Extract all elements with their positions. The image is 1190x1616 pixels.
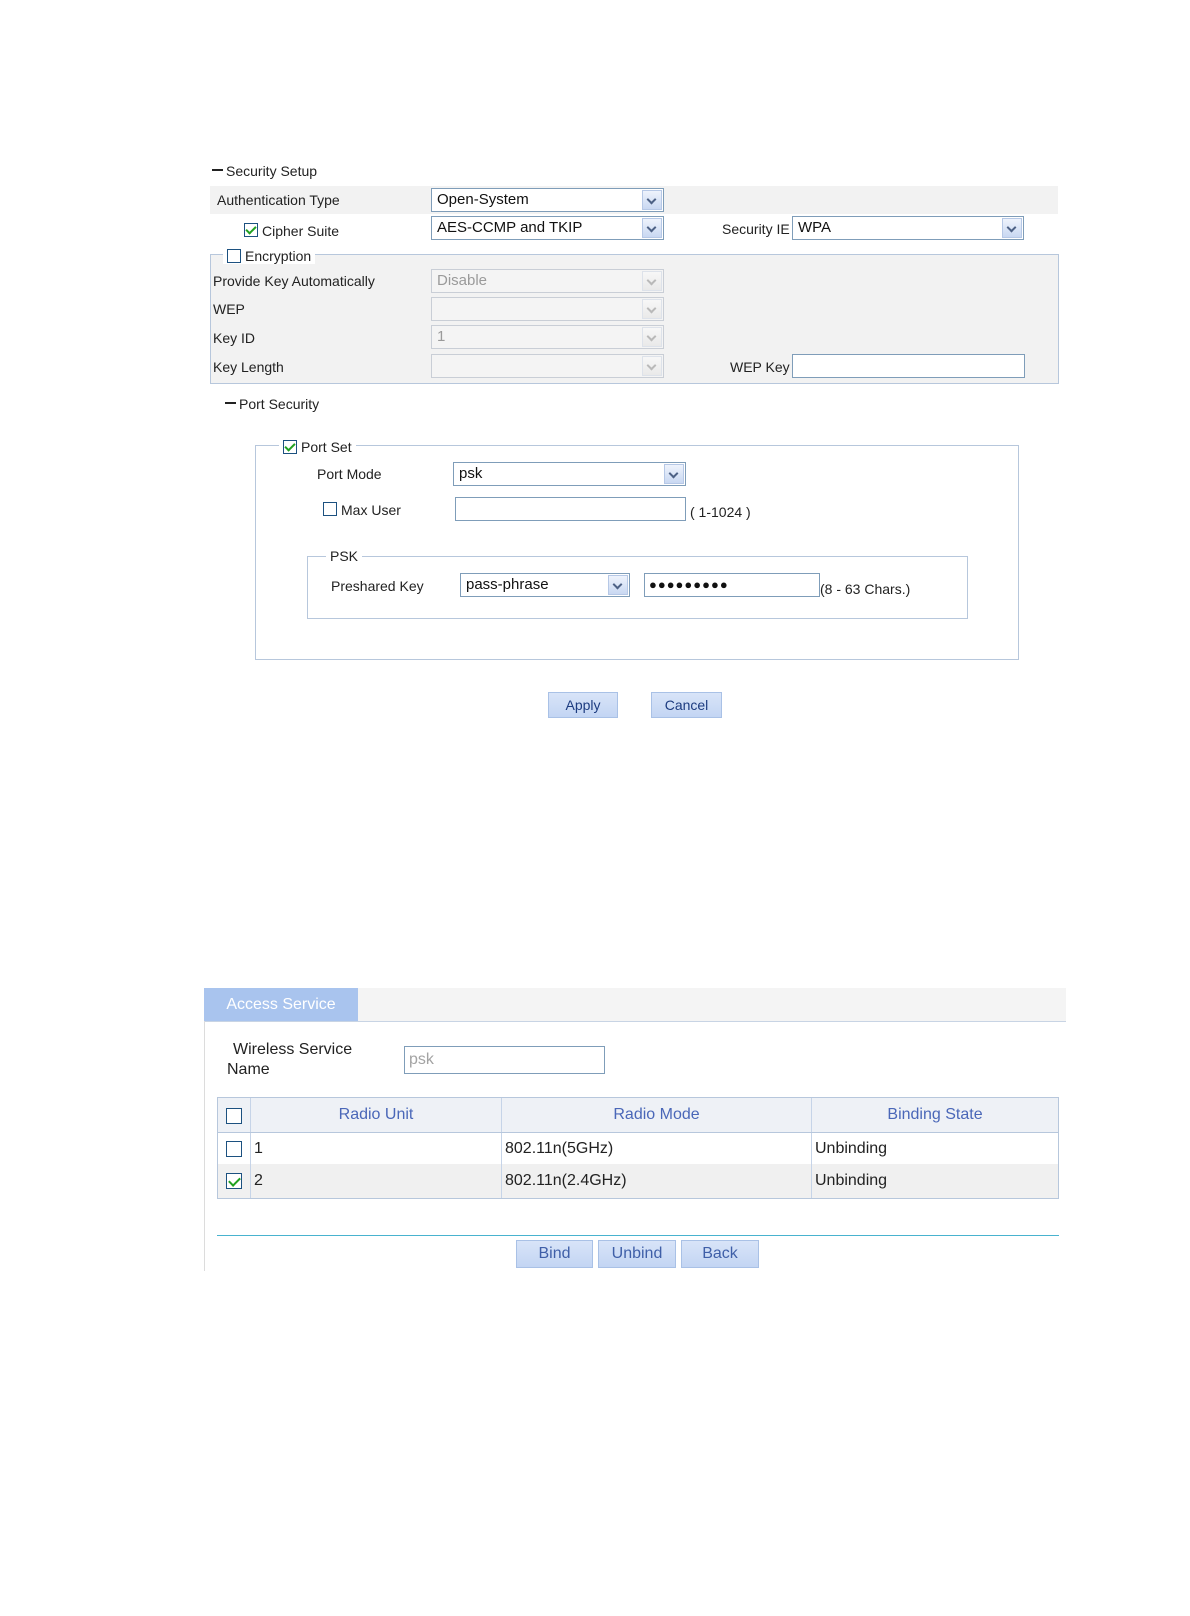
- table-header: Radio Unit Radio Mode Binding State: [218, 1098, 1058, 1133]
- row-1-checkbox[interactable]: [226, 1141, 242, 1157]
- encryption-label: Encryption: [245, 248, 312, 264]
- tab-access-service-label: Access Service: [226, 996, 336, 1013]
- max-user-hint: ( 1-1024 ): [690, 504, 751, 520]
- key-id-value: 1: [437, 328, 446, 345]
- provide-key-select[interactable]: Disable: [431, 269, 664, 293]
- security-setup-title: Security Setup: [226, 163, 318, 179]
- back-button[interactable]: Back: [681, 1240, 759, 1268]
- chevron-down-icon[interactable]: [642, 190, 662, 210]
- preshared-key-hint: (8 - 63 Chars.): [820, 581, 911, 597]
- port-set-checkbox[interactable]: [283, 440, 297, 454]
- max-user-checkbox[interactable]: [323, 502, 337, 516]
- provide-key-value: Disable: [437, 272, 488, 289]
- binding-state-cell: Unbinding: [815, 1140, 888, 1157]
- left-rule: [204, 1021, 205, 1271]
- select-all-checkbox[interactable]: [226, 1108, 242, 1124]
- wireless-service-label-line2: Name: [227, 1061, 270, 1078]
- chevron-down-icon: [642, 271, 662, 291]
- port-security-title: Port Security: [239, 396, 320, 412]
- key-length-select[interactable]: [431, 354, 664, 378]
- authentication-type-select[interactable]: Open-System: [431, 188, 664, 212]
- header-binding-state: Binding State: [887, 1106, 983, 1123]
- header-radio-mode: Radio Mode: [502, 1098, 812, 1132]
- preshared-key-label: Preshared Key: [331, 578, 424, 594]
- port-set-label: Port Set: [301, 439, 352, 455]
- radio-table: Radio Unit Radio Mode Binding State 1 80…: [217, 1097, 1059, 1199]
- cipher-suite-label: Cipher Suite: [262, 223, 340, 239]
- wep-key-input[interactable]: [792, 354, 1025, 378]
- table-row[interactable]: 2 802.11n(2.4GHz) Unbinding: [218, 1164, 1058, 1198]
- row-2-checkbox[interactable]: [226, 1173, 242, 1189]
- table-row[interactable]: 1 802.11n(5GHz) Unbinding: [218, 1133, 1058, 1164]
- cipher-suite-select[interactable]: AES-CCMP and TKIP: [431, 216, 664, 240]
- preshared-key-type-value: pass-phrase: [466, 576, 549, 593]
- encryption-legend: Encryption: [223, 248, 316, 264]
- chevron-down-icon: [642, 356, 662, 376]
- radio-unit-cell: 1: [251, 1133, 502, 1164]
- encryption-checkbox[interactable]: [227, 249, 241, 263]
- chevron-down-icon[interactable]: [664, 464, 684, 484]
- key-id-label: Key ID: [213, 330, 256, 346]
- unbind-button[interactable]: Unbind: [598, 1240, 676, 1268]
- port-set-legend: Port Set: [279, 439, 356, 455]
- radio-mode-cell: 802.11n(5GHz): [502, 1133, 812, 1164]
- collapse-security-setup-icon[interactable]: [212, 169, 223, 171]
- row-select-cell: [218, 1133, 251, 1164]
- cipher-suite-checkbox[interactable]: [244, 223, 258, 237]
- chevron-down-icon[interactable]: [1002, 218, 1022, 238]
- max-user-input[interactable]: [455, 497, 686, 521]
- port-mode-select[interactable]: psk: [453, 462, 686, 486]
- provide-key-label: Provide Key Automatically: [213, 273, 375, 289]
- chevron-down-icon[interactable]: [608, 575, 628, 595]
- max-user-label: Max User: [341, 502, 401, 518]
- wireless-service-name-input: psk: [404, 1046, 605, 1074]
- header-select-cell: [218, 1098, 251, 1132]
- preshared-key-type-select[interactable]: pass-phrase: [460, 573, 630, 597]
- binding-state-cell: Unbinding: [815, 1172, 888, 1189]
- tab-access-service[interactable]: Access Service: [204, 988, 358, 1021]
- apply-button[interactable]: Apply: [548, 692, 618, 718]
- divider: [217, 1235, 1059, 1236]
- collapse-port-security-icon[interactable]: [225, 402, 236, 404]
- key-length-label: Key Length: [213, 359, 284, 375]
- psk-legend: PSK: [326, 548, 363, 564]
- port-mode-value: psk: [459, 465, 483, 482]
- radio-unit-cell: 2: [251, 1164, 502, 1198]
- wireless-service-label: Wireless Service Name: [227, 1040, 352, 1080]
- cipher-suite-value: AES-CCMP and TKIP: [437, 219, 583, 236]
- security-ie-label: Security IE: [722, 221, 790, 237]
- radio-mode-cell: 802.11n(2.4GHz): [502, 1164, 812, 1198]
- wep-label: WEP: [213, 301, 245, 317]
- bind-button[interactable]: Bind: [516, 1240, 593, 1268]
- chevron-down-icon: [642, 299, 662, 319]
- cancel-button[interactable]: Cancel: [651, 692, 722, 718]
- key-id-select[interactable]: 1: [431, 325, 664, 349]
- preshared-key-input[interactable]: ●●●●●●●●●: [644, 573, 820, 597]
- chevron-down-icon: [642, 327, 662, 347]
- authentication-type-label: Authentication Type: [217, 192, 340, 208]
- security-ie-select[interactable]: WPA: [792, 216, 1024, 240]
- security-ie-value: WPA: [798, 219, 832, 236]
- wireless-service-label-line1: Wireless Service: [233, 1041, 353, 1058]
- authentication-type-value: Open-System: [437, 191, 529, 208]
- wep-key-label: WEP Key: [730, 359, 790, 375]
- row-select-cell: [218, 1164, 251, 1198]
- chevron-down-icon[interactable]: [642, 218, 662, 238]
- header-radio-unit: Radio Unit: [251, 1098, 502, 1132]
- port-mode-label: Port Mode: [317, 466, 382, 482]
- wep-select[interactable]: [431, 297, 664, 321]
